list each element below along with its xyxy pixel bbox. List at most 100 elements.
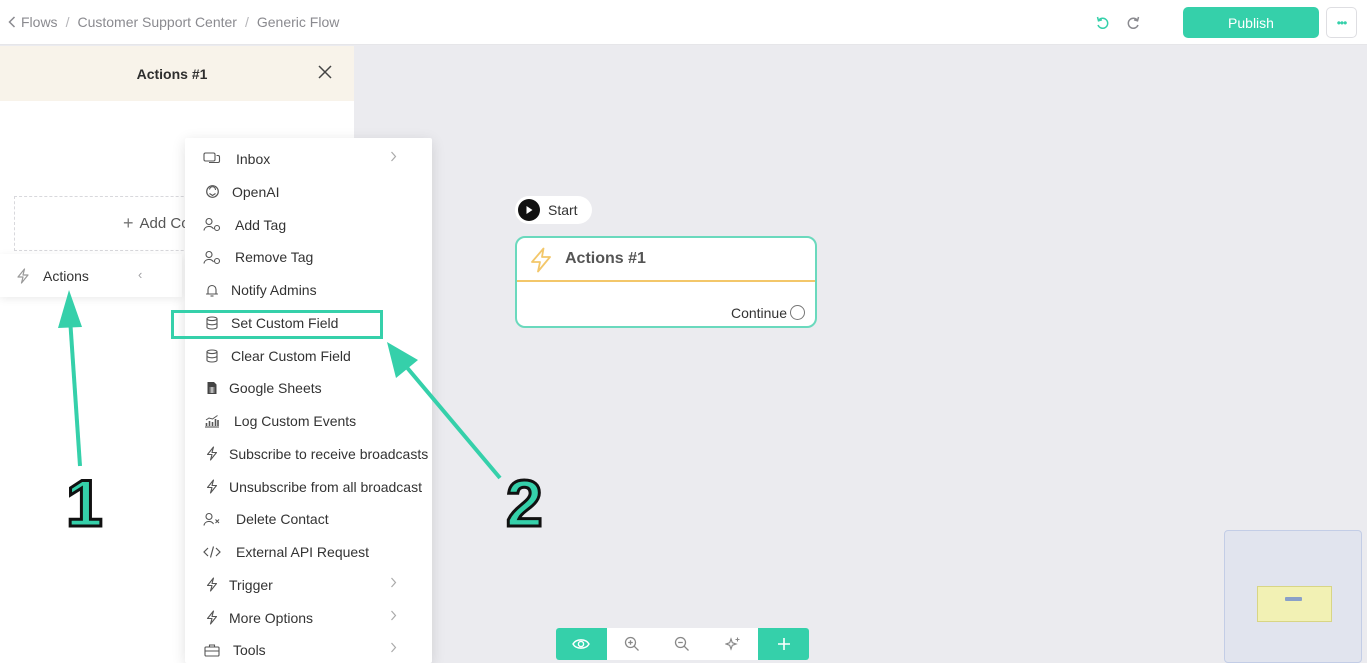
- menu-item-log-custom-events[interactable]: Log Custom Events: [185, 405, 432, 437]
- zoom-in-button[interactable]: [607, 628, 658, 660]
- add-content-label: Add Co: [139, 215, 190, 232]
- back-link[interactable]: Flows: [8, 14, 58, 30]
- breadcrumb-separator: /: [244, 14, 249, 30]
- eye-icon: [572, 639, 591, 649]
- plus-icon: [777, 638, 790, 650]
- bell-icon: [203, 282, 221, 298]
- ellipsis-icon: •••: [1336, 15, 1348, 30]
- menu-item-label: Delete Contact: [236, 511, 329, 528]
- node-title: Actions #1: [565, 250, 646, 267]
- breadcrumb: Flows / Customer Support Center / Generi…: [8, 14, 339, 30]
- menu-item-external-api-request[interactable]: External API Request: [185, 536, 432, 568]
- node-output-label: Continue: [730, 305, 787, 321]
- chevron-right-icon: [390, 610, 397, 624]
- add-content-button[interactable]: + Add Co: [14, 196, 214, 251]
- close-panel-button[interactable]: [316, 63, 334, 81]
- menu-item-label: Remove Tag: [235, 249, 314, 266]
- bolt-icon: [203, 610, 221, 626]
- undo-icon: [1096, 16, 1109, 29]
- highlight-box: [171, 310, 383, 339]
- node-header: Actions #1: [517, 238, 815, 282]
- minimap-viewport: [1257, 586, 1332, 622]
- menu-item-label: OpenAI: [232, 183, 280, 200]
- zoom-out-icon: [675, 636, 690, 651]
- menu-item-unsubscribe-from-all-broadcast[interactable]: Unsubscribe from all broadcast: [185, 471, 432, 503]
- bolt-icon: [16, 267, 34, 284]
- more-options-button[interactable]: •••: [1326, 7, 1357, 38]
- menu-item-notify-admins[interactable]: Notify Admins: [185, 274, 432, 306]
- chevron-right-icon: [390, 577, 397, 591]
- start-node[interactable]: Start: [515, 196, 592, 224]
- publish-button[interactable]: Publish: [1183, 7, 1319, 38]
- menu-item-clear-custom-field[interactable]: Clear Custom Field: [185, 340, 432, 372]
- preview-button[interactable]: [556, 628, 607, 660]
- user-tag-icon: [203, 249, 221, 265]
- menu-item-openai[interactable]: OpenAI: [185, 176, 432, 208]
- panel-header: Actions #1: [0, 46, 354, 101]
- actions-node[interactable]: Actions #1 Continue: [515, 236, 817, 328]
- menu-item-google-sheets[interactable]: Google Sheets: [185, 372, 432, 404]
- menu-item-label: Subscribe to receive broadcasts: [229, 445, 429, 462]
- zoom-out-button[interactable]: [657, 628, 708, 660]
- menu-item-label: External API Request: [236, 544, 370, 560]
- redo-button[interactable]: [1119, 8, 1147, 38]
- actions-menu-item[interactable]: Actions ‹: [0, 254, 182, 297]
- bolt-icon: [529, 247, 553, 276]
- openai-icon: [203, 184, 221, 200]
- menu-item-label: Log Custom Events: [234, 413, 357, 429]
- zoom-in-icon: [624, 636, 639, 651]
- play-icon: [518, 199, 540, 221]
- menu-item-label: More Options: [229, 609, 314, 626]
- top-bar: Flows / Customer Support Center / Generi…: [0, 0, 1367, 45]
- menu-item-label: Tools: [233, 642, 266, 659]
- add-node-button[interactable]: [758, 628, 809, 660]
- menu-item-tools[interactable]: Tools: [185, 634, 432, 663]
- breadcrumb-item[interactable]: Customer Support Center: [77, 14, 237, 30]
- menu-item-delete-contact[interactable]: Delete Contact: [185, 503, 432, 535]
- menu-item-add-tag[interactable]: Add Tag: [185, 209, 432, 241]
- bolt-icon: [203, 577, 221, 593]
- plus-icon: +: [123, 213, 134, 233]
- menu-item-label: Trigger: [229, 576, 273, 593]
- close-icon: [318, 65, 332, 79]
- menu-item-label: Inbox: [236, 151, 271, 167]
- menu-item-inbox[interactable]: Inbox: [185, 143, 432, 175]
- panel-title: Actions #1: [136, 66, 208, 82]
- bolt-icon: [203, 479, 221, 495]
- actions-item-label: Actions: [43, 267, 89, 284]
- breadcrumb-current: Generic Flow: [256, 14, 340, 30]
- undo-button[interactable]: [1089, 8, 1117, 38]
- menu-item-label: Notify Admins: [231, 282, 317, 298]
- toolbox-icon: [203, 642, 221, 658]
- breadcrumb-separator: /: [65, 14, 70, 30]
- user-tag-icon: [203, 217, 221, 233]
- database-icon: [203, 348, 221, 364]
- minimap-node: [1285, 597, 1302, 601]
- redo-icon: [1127, 16, 1140, 29]
- menu-item-remove-tag[interactable]: Remove Tag: [185, 241, 432, 273]
- menu-item-label: Google Sheets: [229, 380, 322, 397]
- chevron-right-icon: [390, 642, 397, 656]
- annotation-step-1: 1: [65, 466, 105, 540]
- user-delete-icon: [203, 511, 221, 527]
- menu-item-label: Add Tag: [235, 216, 287, 233]
- menu-item-more-options[interactable]: More Options: [185, 602, 432, 634]
- output-port[interactable]: [790, 305, 805, 320]
- minimap[interactable]: [1224, 530, 1362, 663]
- actions-dropdown-menu: Inbox OpenAI Add Tag Remove Tag Notify Admin…: [185, 138, 432, 663]
- auto-layout-button[interactable]: [708, 628, 759, 660]
- chevron-left-icon: ‹: [138, 267, 143, 282]
- chevron-right-icon: [390, 151, 397, 165]
- chevron-left-icon: [8, 16, 16, 28]
- sheet-icon: [203, 380, 221, 396]
- menu-item-label: Unsubscribe from all broadcast: [229, 478, 422, 495]
- menu-item-trigger[interactable]: Trigger: [185, 569, 432, 601]
- breadcrumb-flows: Flows: [21, 14, 58, 30]
- annotation-step-2: 2: [505, 466, 545, 540]
- chat-bubbles-icon: [203, 151, 221, 167]
- code-icon: [203, 544, 221, 560]
- sparkle-icon: [725, 637, 740, 651]
- bar-chart-icon: [203, 413, 221, 429]
- menu-item-subscribe-to-receive-broadcasts[interactable]: Subscribe to receive broadcasts: [185, 438, 432, 470]
- start-label: Start: [548, 202, 578, 218]
